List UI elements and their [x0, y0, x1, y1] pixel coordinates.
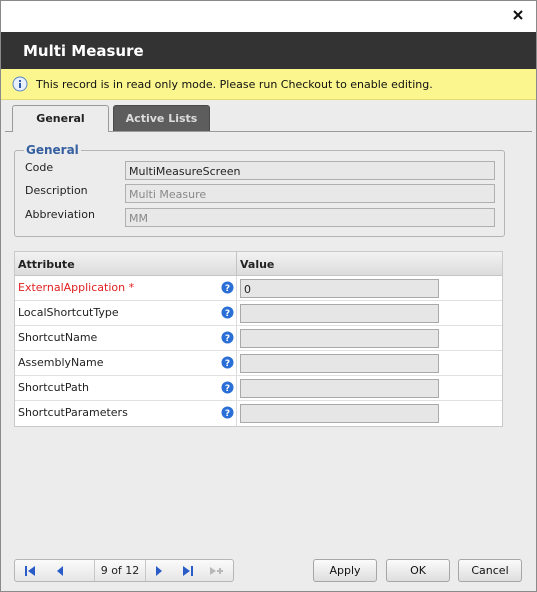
attribute-name: ShortcutPath	[18, 381, 90, 394]
apply-button[interactable]: Apply	[313, 559, 377, 582]
abbreviation-label: Abbreviation	[25, 208, 95, 221]
table-row: LocalShortcutType ?	[15, 301, 502, 326]
attribute-value-field[interactable]: 0	[240, 279, 439, 298]
svg-text:?: ?	[225, 384, 230, 394]
tab-active-lists[interactable]: Active Lists	[113, 105, 210, 131]
attribute-name: LocalShortcutType	[18, 306, 119, 319]
dialog-footer: 9 of 12 Apply OK Cancel	[1, 553, 536, 591]
help-icon[interactable]: ?	[221, 281, 234, 294]
window-topbar	[1, 1, 536, 32]
table-row: ShortcutParameters ?	[15, 401, 502, 426]
description-label: Description	[25, 184, 88, 197]
attribute-name: ExternalApplication *	[18, 281, 135, 294]
abbreviation-field[interactable]: MM	[125, 208, 495, 227]
ok-button[interactable]: OK	[386, 559, 450, 582]
cancel-button[interactable]: Cancel	[458, 559, 522, 582]
table-row: ShortcutPath ?	[15, 376, 502, 401]
description-row: Description Multi Measure	[25, 182, 500, 203]
attribute-value-field[interactable]	[240, 404, 439, 423]
attribute-value-field[interactable]	[240, 329, 439, 348]
dialog-title: Multi Measure	[1, 32, 536, 69]
description-field[interactable]: Multi Measure	[125, 184, 495, 203]
table-row: ExternalApplication * ? 0	[15, 276, 502, 301]
attribute-name: ShortcutName	[18, 331, 98, 344]
general-legend: General	[26, 143, 79, 157]
table-row: ShortcutName ?	[15, 326, 502, 351]
attribute-value-field[interactable]	[240, 304, 439, 323]
record-pager: 9 of 12	[14, 559, 234, 582]
tab-general[interactable]: General	[12, 105, 109, 132]
attribute-column-header[interactable]: Attribute	[18, 258, 75, 271]
last-page-icon[interactable]	[181, 564, 195, 578]
help-icon[interactable]: ?	[221, 356, 234, 369]
help-icon[interactable]: ?	[221, 306, 234, 319]
notice-text: This record is in read only mode. Please…	[36, 77, 433, 91]
next-page-icon[interactable]	[152, 564, 166, 578]
help-icon[interactable]: ?	[221, 381, 234, 394]
grid-header: Attribute Value	[15, 252, 502, 276]
svg-text:?: ?	[225, 409, 230, 419]
table-row: AssemblyName ?	[15, 351, 502, 376]
info-icon	[12, 76, 28, 92]
abbreviation-row: Abbreviation MM	[25, 206, 500, 227]
code-label: Code	[25, 161, 54, 174]
attribute-name: AssemblyName	[18, 356, 104, 369]
prev-page-icon[interactable]	[53, 564, 67, 578]
attribute-name: ShortcutParameters	[18, 406, 128, 419]
dialog-window: Multi Measure This record is in read onl…	[0, 0, 537, 592]
attribute-grid: Attribute Value ExternalApplication * ? …	[14, 251, 503, 427]
svg-text:?: ?	[225, 284, 230, 294]
svg-text:?: ?	[225, 309, 230, 319]
first-page-icon[interactable]	[23, 564, 37, 578]
attribute-value-field[interactable]	[240, 354, 439, 373]
general-group: General Code MultiMeasureScreen Descript…	[14, 143, 505, 237]
help-icon[interactable]: ?	[221, 406, 234, 419]
new-record-icon[interactable]	[209, 564, 223, 578]
close-icon[interactable]	[510, 7, 526, 23]
svg-text:?: ?	[225, 334, 230, 344]
svg-text:?: ?	[225, 359, 230, 369]
help-icon[interactable]: ?	[221, 331, 234, 344]
record-count: 9 of 12	[94, 560, 146, 581]
attribute-value-field[interactable]	[240, 379, 439, 398]
value-column-header[interactable]: Value	[240, 258, 274, 271]
code-field[interactable]: MultiMeasureScreen	[125, 161, 495, 180]
readonly-notice: This record is in read only mode. Please…	[1, 69, 536, 100]
code-row: Code MultiMeasureScreen	[25, 159, 500, 180]
